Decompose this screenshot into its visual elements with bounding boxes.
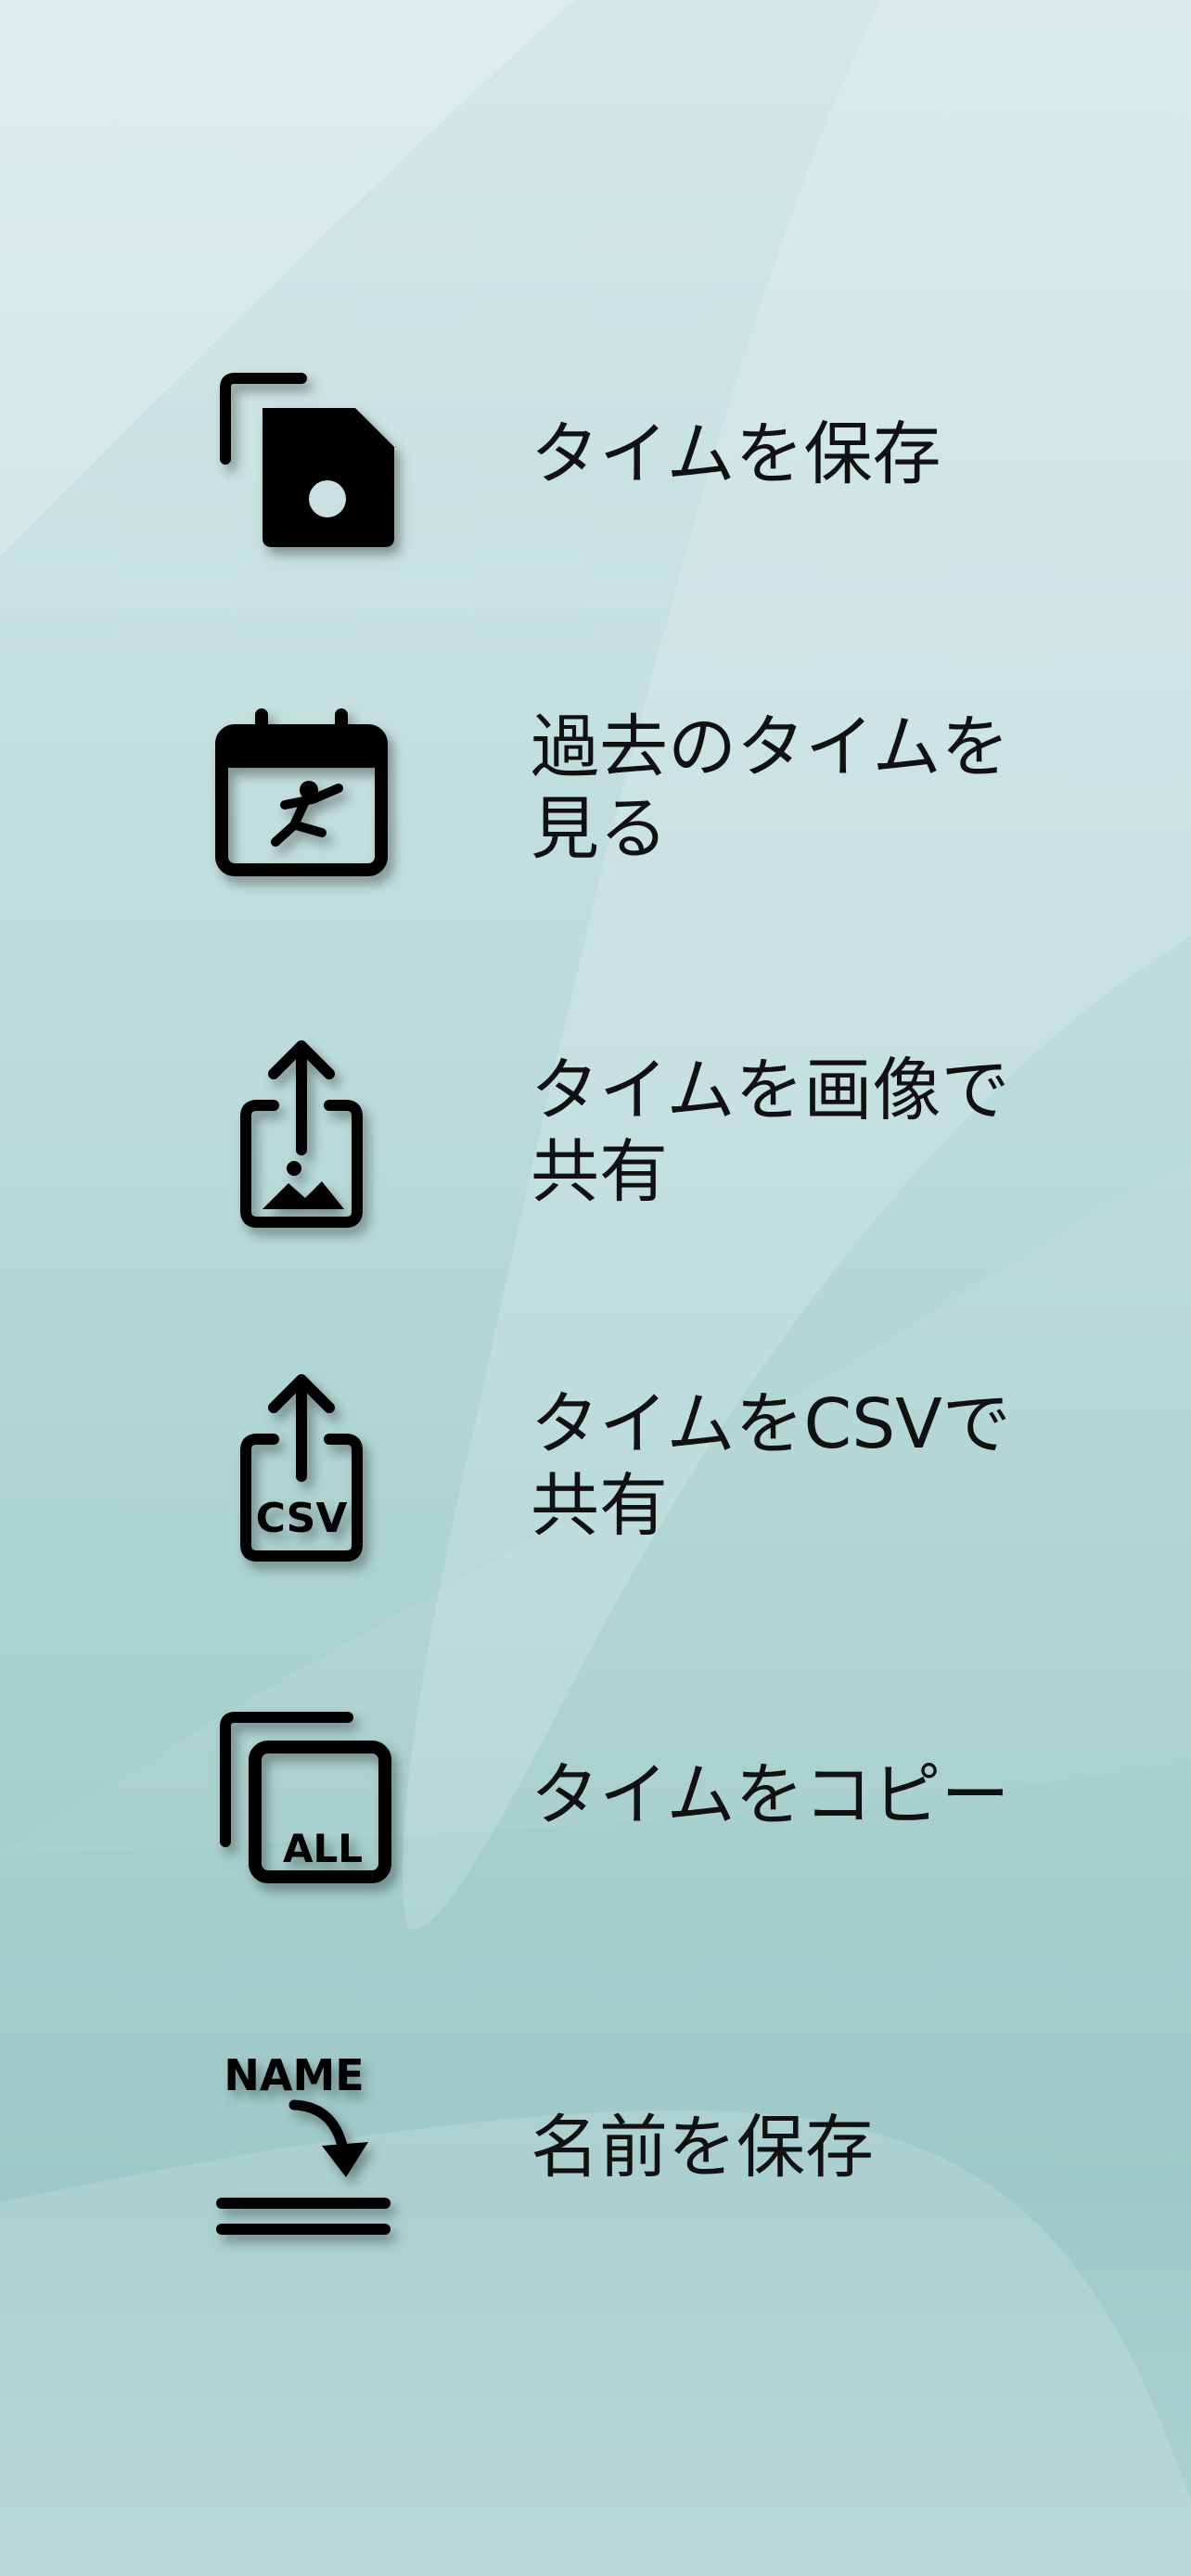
csv-icon-text: CSV [256,1495,348,1542]
menu-list: タイムを保存 過去のタイムを見る タイムを画像で共有 CSV タイムをCSVで共… [0,0,1191,2576]
menu-item-view-past[interactable]: 過去のタイムを見る [186,668,1113,909]
calendar-icon [186,686,417,890]
menu-item-label: タイムを画像で共有 [531,1051,1010,1212]
share-csv-icon: CSV [186,1363,417,1567]
menu-item-save-name[interactable]: NAME 名前を保存 [186,2027,1113,2268]
menu-item-label: 過去のタイムを見る [531,708,1010,869]
share-image-icon [186,1029,417,1233]
menu-item-save-time[interactable]: タイムを保存 [186,334,1113,575]
menu-item-share-csv[interactable]: CSV タイムをCSVで共有 [186,1345,1113,1586]
menu-item-label: タイムを保存 [531,414,941,494]
menu-item-label: タイムをCSVで共有 [531,1384,1011,1546]
save-name-icon: NAME [186,2046,417,2250]
all-icon-text: ALL [283,1826,363,1871]
name-icon-text: NAME [224,2050,364,2100]
menu-item-label: タイムをコピー [531,1755,1010,1835]
menu-item-label: 名前を保存 [531,2108,874,2187]
copy-all-icon: ALL [186,1693,417,1897]
save-icon [186,352,417,556]
menu-item-share-image[interactable]: タイムを画像で共有 [186,1011,1113,1252]
menu-item-copy-time[interactable]: ALL タイムをコピー [186,1675,1113,1916]
